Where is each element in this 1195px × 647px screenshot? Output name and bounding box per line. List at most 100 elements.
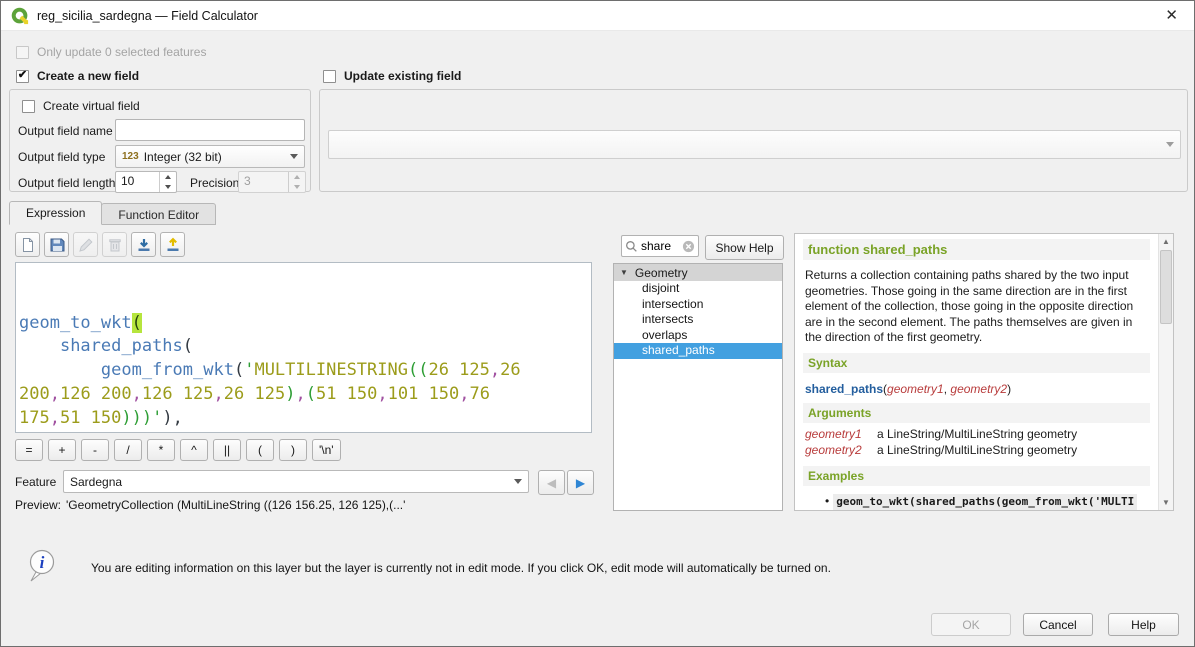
scroll-thumb[interactable]: [1160, 250, 1172, 324]
export-expression-button[interactable]: [160, 232, 185, 257]
output-field-type-combobox[interactable]: 123 Integer (32 bit): [115, 145, 305, 168]
function-item-intersection[interactable]: intersection: [614, 297, 782, 313]
only-update-checkbox-row: Only update 0 selected features: [16, 45, 206, 59]
operator-button[interactable]: (: [246, 439, 274, 461]
help-button[interactable]: Help: [1108, 613, 1179, 636]
show-help-button[interactable]: Show Help: [705, 235, 784, 260]
bullet-icon: •: [825, 494, 829, 511]
create-virtual-field-label: Create virtual field: [43, 99, 140, 113]
arguments-table: geometry1a LineString/MultiLineString ge…: [803, 427, 1150, 459]
import-expression-button[interactable]: [131, 232, 156, 257]
spin-down-icon[interactable]: [160, 182, 176, 192]
operator-button[interactable]: -: [81, 439, 109, 461]
create-new-field-checkbox[interactable]: [16, 70, 29, 83]
operator-button[interactable]: ||: [213, 439, 241, 461]
search-icon: [625, 240, 638, 253]
function-group-row[interactable]: ▼ Geometry: [614, 264, 782, 281]
export-expression-icon: [165, 237, 181, 253]
create-virtual-field-row[interactable]: Create virtual field: [22, 99, 140, 113]
spin-up-icon: [289, 172, 305, 182]
precision-spinbox: 3: [238, 171, 306, 193]
spin-buttons: [159, 172, 176, 192]
feature-value: Sardegna: [70, 475, 122, 489]
operator-button[interactable]: '\n': [312, 439, 341, 461]
output-field-type-value: Integer (32 bit): [144, 150, 222, 164]
spin-down-icon: [289, 182, 305, 192]
integer-type-icon: 123: [122, 151, 139, 162]
save-expression-button[interactable]: [44, 232, 69, 257]
operator-button[interactable]: ): [279, 439, 307, 461]
help-description: Returns a collection containing paths sh…: [805, 268, 1148, 346]
only-update-checkbox: [16, 46, 29, 59]
preview-label: Preview:: [15, 498, 61, 512]
example-code: geom_to_wkt(shared_paths(geom_from_wkt('…: [833, 494, 1137, 511]
function-item-overlaps[interactable]: overlaps: [614, 328, 782, 344]
operator-button[interactable]: =: [15, 439, 43, 461]
ok-button[interactable]: OK: [931, 613, 1011, 636]
syntax-signature: shared_paths(geometry1, geometry2): [805, 382, 1148, 396]
tree-expander-icon[interactable]: ▼: [620, 269, 628, 277]
help-scrollbar[interactable]: ▲ ▼: [1158, 234, 1173, 510]
output-field-length-spinbox[interactable]: 10: [115, 171, 177, 193]
spin-buttons: [288, 172, 305, 192]
output-field-name-label: Output field name: [18, 124, 113, 138]
cancel-button[interactable]: Cancel: [1023, 613, 1093, 636]
feature-combobox[interactable]: Sardegna: [63, 470, 529, 493]
previous-feature-button: ◀: [538, 470, 565, 495]
function-search-box[interactable]: [621, 235, 699, 257]
svg-text:i: i: [40, 553, 45, 572]
save-expression-icon: [49, 237, 65, 253]
syntax-heading: Syntax: [803, 353, 1150, 373]
tab-function-editor[interactable]: Function Editor: [101, 203, 216, 225]
update-existing-field-checkbox-row[interactable]: Update existing field: [323, 69, 461, 83]
scroll-down-icon[interactable]: ▼: [1159, 495, 1173, 510]
new-expression-icon: [20, 237, 36, 253]
output-field-name-input[interactable]: [115, 119, 305, 141]
operator-button[interactable]: /: [114, 439, 142, 461]
spin-up-icon[interactable]: [160, 172, 176, 182]
delete-expression-button: [102, 232, 127, 257]
close-icon[interactable]: ✕: [1159, 7, 1184, 24]
expression-text: geom_to_wkt( shared_paths( geom_from_wkt…: [19, 312, 588, 433]
only-update-label: Only update 0 selected features: [37, 45, 206, 59]
help-content: function shared_paths Returns a collecti…: [795, 234, 1158, 510]
expression-editor[interactable]: geom_to_wkt( shared_paths( geom_from_wkt…: [15, 262, 592, 433]
function-help-panel: function shared_paths Returns a collecti…: [794, 233, 1174, 511]
window-title: reg_sicilia_sardegna — Field Calculator: [37, 9, 258, 23]
output-field-length-label: Output field length: [18, 176, 115, 190]
new-field-group: Create virtual field Output field name O…: [9, 89, 311, 192]
tab-bar: Expression Function Editor: [9, 201, 216, 225]
argument-row: geometry2a LineString/MultiLineString ge…: [805, 443, 1148, 459]
create-new-field-label: Create a new field: [37, 69, 139, 83]
function-item-intersects[interactable]: intersects: [614, 312, 782, 328]
operator-buttons: =+-/*^||()'\n': [15, 439, 341, 461]
dropdown-arrow-icon: [1166, 142, 1174, 147]
dropdown-arrow-icon: [290, 154, 298, 159]
prev-feature-icon: ◀: [547, 476, 556, 490]
arguments-heading: Arguments: [803, 403, 1150, 423]
scroll-up-icon[interactable]: ▲: [1159, 234, 1173, 249]
next-feature-button[interactable]: ▶: [567, 470, 594, 495]
operator-button[interactable]: ^: [180, 439, 208, 461]
next-feature-icon: ▶: [576, 476, 585, 490]
search-input[interactable]: [641, 239, 679, 253]
create-virtual-field-checkbox[interactable]: [22, 100, 35, 113]
feature-label: Feature: [15, 475, 56, 489]
function-item-shared_paths[interactable]: shared_paths: [614, 343, 782, 359]
argument-row: geometry1a LineString/MultiLineString ge…: [805, 427, 1148, 443]
precision-value: 3: [239, 172, 288, 192]
update-existing-field-label: Update existing field: [344, 69, 461, 83]
new-expression-button[interactable]: [15, 232, 40, 257]
delete-expression-icon: [107, 237, 123, 253]
update-existing-field-checkbox[interactable]: [323, 70, 336, 83]
preview-value: 'GeometryCollection (MultiLineString ((1…: [66, 498, 405, 512]
clear-search-icon[interactable]: [682, 240, 695, 253]
example-row: • geom_to_wkt(shared_paths(geom_from_wkt…: [825, 494, 1150, 511]
title-bar: reg_sicilia_sardegna — Field Calculator …: [1, 1, 1194, 31]
tab-expression[interactable]: Expression: [9, 201, 102, 225]
operator-button[interactable]: +: [48, 439, 76, 461]
function-item-disjoint[interactable]: disjoint: [614, 281, 782, 297]
operator-button[interactable]: *: [147, 439, 175, 461]
create-new-field-checkbox-row[interactable]: Create a new field: [16, 69, 139, 83]
edit-mode-message: You are editing information on this laye…: [91, 561, 831, 575]
